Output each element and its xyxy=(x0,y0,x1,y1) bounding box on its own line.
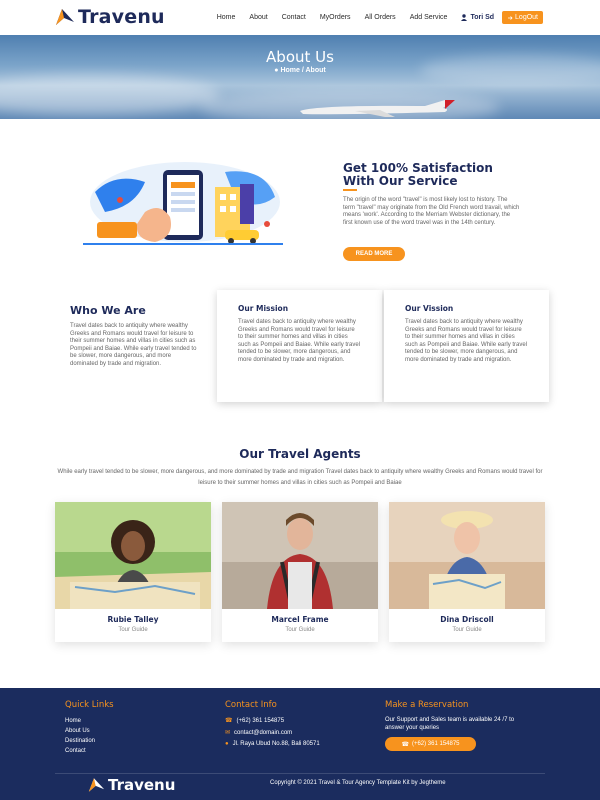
hero-cloud xyxy=(0,75,220,115)
nav-add-service[interactable]: Add Service xyxy=(410,14,448,21)
phone-icon: ☎ xyxy=(401,741,409,748)
footer-brand-name: Travenu xyxy=(108,776,176,794)
airplane-image xyxy=(300,100,455,117)
breadcrumb-home[interactable]: Home xyxy=(280,67,299,74)
footer-email[interactable]: ✉ contact@domain.com xyxy=(225,729,293,737)
footer-email-text: contact@domain.com xyxy=(234,729,293,736)
quick-links-heading: Quick Links xyxy=(65,700,114,710)
map-pin-icon: ● xyxy=(274,67,279,74)
agent-photo xyxy=(389,502,545,609)
who-we-are-heading: Who We Are xyxy=(70,304,146,317)
vision-title: Our Vission xyxy=(405,304,454,313)
contact-info-heading: Contact Info xyxy=(225,700,277,710)
user-icon xyxy=(461,14,468,21)
logout-label: LogOut xyxy=(515,14,538,21)
agents-heading: Our Travel Agents xyxy=(239,447,361,461)
reservation-heading: Make a Reservation xyxy=(385,700,469,710)
nav-home[interactable]: Home xyxy=(217,14,236,21)
top-navbar: Travenu Home About Contact MyOrders All … xyxy=(0,0,600,35)
about-text: The origin of the word "travel" is most … xyxy=(343,197,520,226)
page-title: About Us xyxy=(266,48,334,66)
agent-name: Marcel Frame xyxy=(271,615,329,624)
copyright-text: Copyright © 2021 Travel & Tour Agency Te… xyxy=(270,780,446,786)
reservation-phone-text: (+62) 361 154875 xyxy=(411,741,460,747)
footer-phone-text: (+62) 361 154875 xyxy=(236,717,285,724)
read-more-button[interactable]: READ MORE xyxy=(343,247,405,261)
reservation-text: Our Support and Sales team is available … xyxy=(385,717,515,731)
heading-underline xyxy=(343,189,357,191)
nav-user[interactable]: Tori Sd xyxy=(461,14,494,21)
logout-button[interactable]: LogOut xyxy=(502,11,543,24)
brand-logo[interactable]: Travenu xyxy=(55,6,165,28)
email-icon: ✉ xyxy=(225,730,231,736)
travel-app-illustration xyxy=(83,162,283,245)
nav-contact[interactable]: Contact xyxy=(282,14,306,21)
mission-title: Our Mission xyxy=(238,304,289,313)
footer-divider xyxy=(55,773,545,774)
nav-menu: Home About Contact MyOrders All Orders A… xyxy=(203,11,543,24)
footer-address-text: Jl. Raya Ubud No.88, Bali 80571 xyxy=(232,741,320,747)
agent-name: Dina Driscoll xyxy=(440,615,494,624)
page-hero: About Us ● Home / About xyxy=(0,35,600,119)
agent-role: Tour Guide xyxy=(118,627,148,633)
logo-icon xyxy=(88,778,105,792)
agent-card[interactable]: Rubie Talley Tour Guide xyxy=(55,502,211,642)
agent-role: Tour Guide xyxy=(452,627,482,633)
agent-photo xyxy=(222,502,378,609)
nav-about[interactable]: About xyxy=(249,14,267,21)
agent-role: Tour Guide xyxy=(285,627,315,633)
breadcrumb-current: About xyxy=(305,67,326,74)
agent-card[interactable]: Dina Driscoll Tour Guide xyxy=(389,502,545,642)
about-heading-line2: With Our Service xyxy=(343,174,458,188)
mission-text: Travel dates back to antiquity where wea… xyxy=(238,319,361,363)
user-name: Tori Sd xyxy=(470,14,495,21)
brand-name: Travenu xyxy=(78,6,165,28)
nav-my-orders[interactable]: MyOrders xyxy=(320,14,351,21)
vision-text: Travel dates back to antiquity where wea… xyxy=(405,319,528,363)
footer-link-destination[interactable]: Destination xyxy=(65,738,95,744)
footer-address: ● Jl. Raya Ubud No.88, Bali 80571 xyxy=(225,741,320,747)
footer-brand[interactable]: Travenu xyxy=(88,776,175,794)
reservation-phone-button[interactable]: ☎ (+62) 361 154875 xyxy=(385,737,476,751)
footer-link-contact[interactable]: Contact xyxy=(65,748,86,754)
footer-phone[interactable]: ☎ (+62) 361 154875 xyxy=(225,717,285,725)
agents-description: While early travel tended to be slower, … xyxy=(57,469,543,486)
footer-link-about[interactable]: About Us xyxy=(65,728,90,734)
agent-card[interactable]: Marcel Frame Tour Guide xyxy=(222,502,378,642)
phone-icon: ☎ xyxy=(225,718,233,724)
nav-all-orders[interactable]: All Orders xyxy=(365,14,396,21)
agent-photo xyxy=(55,502,211,609)
about-heading: Get 100% Satisfaction With Our Service xyxy=(343,162,543,188)
breadcrumb: ● Home / About xyxy=(0,67,600,74)
vision-card: Our Vission Travel dates back to antiqui… xyxy=(384,290,549,402)
logout-icon xyxy=(508,15,513,20)
agent-name: Rubie Talley xyxy=(107,615,159,624)
logo-icon xyxy=(56,9,74,25)
who-we-are-text: Travel dates back to antiquity where wea… xyxy=(70,323,197,367)
footer-link-home[interactable]: Home xyxy=(65,718,81,724)
mission-card: Our Mission Travel dates back to antiqui… xyxy=(217,290,382,402)
location-icon: ● xyxy=(225,741,229,747)
